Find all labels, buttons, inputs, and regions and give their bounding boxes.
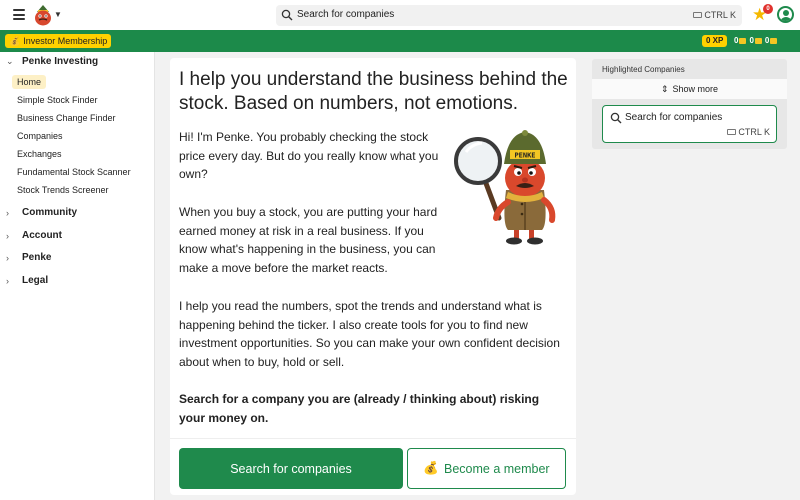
status-bar: 💰 Investor Membership 0 XP 0 0 0	[0, 30, 800, 52]
search-icon	[281, 9, 293, 21]
sidebar-group-legal[interactable]: › Legal	[6, 275, 48, 286]
coin-icon	[739, 37, 747, 44]
coin-balance: 0	[734, 35, 747, 47]
penke-mascot-illustration: PENKE	[454, 130, 556, 245]
company-search-input[interactable]: Search for companies CTRL K	[602, 105, 777, 143]
top-bar: ▼ Search for companies CTRL K ★ 0	[0, 0, 800, 30]
sidebar-item-simple-stock-finder[interactable]: Simple Stock Finder	[12, 93, 103, 107]
global-search[interactable]: Search for companies CTRL K	[276, 5, 742, 26]
sidebar-group-community[interactable]: › Community	[6, 207, 77, 218]
chevron-right-icon: ›	[6, 207, 9, 218]
coin-balances: 0 0 0	[734, 35, 778, 47]
membership-button[interactable]: 💰 Investor Membership	[5, 34, 112, 48]
panel-title: Highlighted Companies	[602, 65, 685, 74]
membership-label: Investor Membership	[23, 36, 108, 46]
sidebar-group-penke[interactable]: › Penke	[6, 252, 51, 263]
shortcut-label: CTRL K	[704, 10, 736, 20]
sidebar-group-account[interactable]: › Account	[6, 230, 62, 241]
xp-badge: 0 XP	[702, 35, 728, 47]
intro-paragraph: When you buy a stock, you are putting yo…	[179, 205, 438, 275]
divider	[170, 438, 576, 439]
sidebar-item-business-change-finder[interactable]: Business Change Finder	[12, 111, 121, 125]
keyboard-shortcut: CTRL K	[693, 10, 736, 20]
show-more-button[interactable]: ⇕ Show more	[592, 79, 787, 99]
keyboard-icon	[727, 129, 737, 135]
highlighted-companies-panel: Highlighted Companies ⇕ Show more Search…	[592, 59, 787, 149]
call-to-action-text: Search for a company you are (already / …	[179, 392, 540, 425]
coin-balance: 0	[765, 35, 778, 47]
sidebar-item-stock-trends-screener[interactable]: Stock Trends Screener	[12, 183, 114, 197]
money-bag-icon: 💰	[9, 35, 21, 46]
intro-card: I help you understand the business behin…	[170, 58, 576, 495]
page-title: I help you understand the business behin…	[179, 69, 568, 114]
shortcut-label: CTRL K	[738, 127, 770, 137]
notification-badge: 0	[763, 4, 773, 14]
intro-paragraph: I help you read the numbers, spot the tr…	[179, 299, 560, 369]
search-icon	[610, 112, 622, 124]
coin-icon	[754, 37, 762, 44]
sidebar-item-home[interactable]: Home	[12, 75, 47, 89]
become-member-button[interactable]: 💰 Become a member	[407, 448, 566, 489]
sidebar: ⌄ Penke Investing Home Simple Stock Find…	[0, 52, 155, 500]
chevron-right-icon: ›	[6, 230, 9, 241]
sidebar-item-fundamental-stock-scanner[interactable]: Fundamental Stock Scanner	[12, 165, 136, 179]
search-placeholder: Search for companies	[297, 9, 395, 20]
expand-icon: ⇕	[660, 83, 669, 94]
sidebar-item-companies[interactable]: Companies	[12, 129, 68, 143]
chevron-right-icon: ›	[6, 252, 9, 263]
sidebar-item-exchanges[interactable]: Exchanges	[12, 147, 67, 161]
keyboard-shortcut: CTRL K	[727, 127, 770, 137]
keyboard-icon	[693, 12, 703, 18]
chevron-right-icon: ›	[6, 275, 9, 286]
sidebar-group-penke-investing[interactable]: ⌄ Penke Investing	[6, 56, 98, 67]
coin-balance: 0	[749, 35, 762, 47]
show-more-label: Show more	[672, 84, 719, 94]
menu-icon[interactable]	[13, 9, 25, 20]
search-placeholder: Search for companies	[625, 112, 723, 123]
intro-paragraph: Hi! I'm Penke. You probably checking the…	[179, 130, 439, 181]
coin-icon	[770, 37, 778, 44]
search-companies-button[interactable]: Search for companies	[179, 448, 403, 489]
mascot-badge-text: PENKE	[514, 152, 535, 160]
user-avatar[interactable]	[777, 6, 794, 23]
become-member-label: Become a member	[443, 461, 550, 476]
chevron-down-icon: ⌄	[6, 56, 14, 66]
caret-down-icon[interactable]: ▼	[54, 10, 62, 19]
achievements-button[interactable]: ★ 0	[752, 4, 773, 24]
penke-logo[interactable]	[33, 4, 53, 26]
money-bag-icon: 💰	[423, 461, 439, 475]
